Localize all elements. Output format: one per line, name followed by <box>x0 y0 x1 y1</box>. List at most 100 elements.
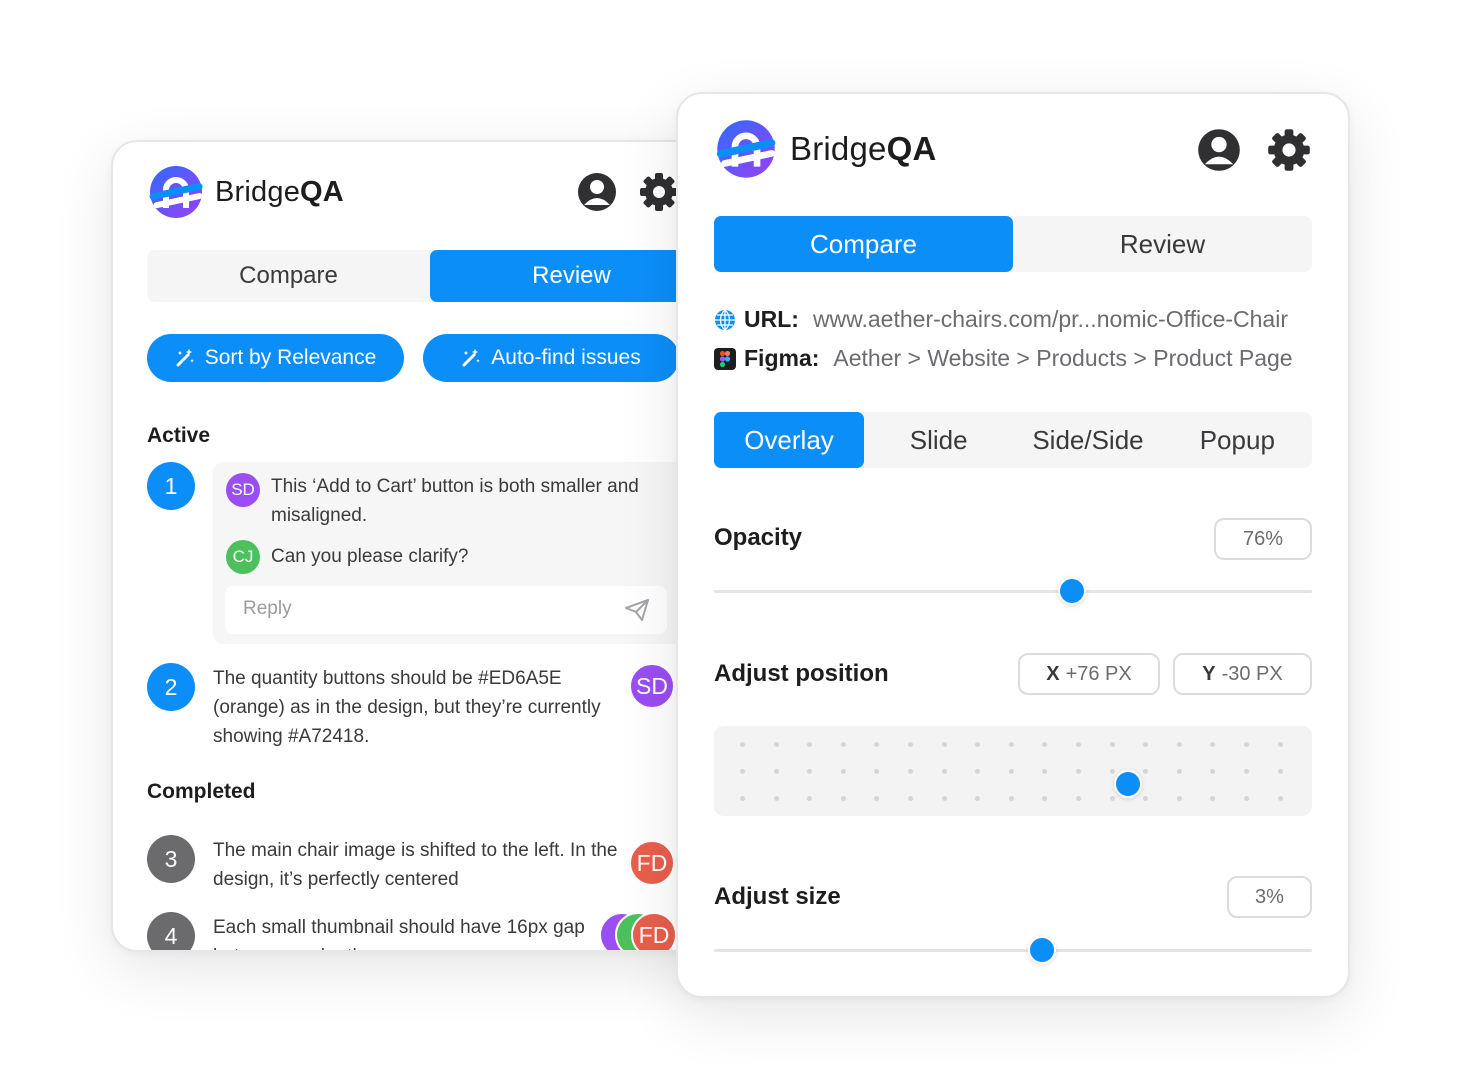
grid-dot <box>1176 769 1182 774</box>
size-slider-track[interactable] <box>714 949 1312 952</box>
grid-dot <box>840 796 846 801</box>
opacity-value[interactable]: 76% <box>1214 518 1312 560</box>
auto-find-issues-button[interactable]: Auto-find issues <box>423 334 679 382</box>
grid-dot <box>1143 769 1149 774</box>
size-value[interactable]: 3% <box>1227 876 1312 918</box>
figma-label: Figma: <box>744 345 820 371</box>
view-tabs: Compare Review <box>714 216 1312 272</box>
grid-dot <box>807 742 813 747</box>
grid-dot <box>1109 769 1115 774</box>
magic-wand-icon <box>462 349 481 367</box>
sort-by-relevance-button[interactable]: Sort by Relevance <box>147 334 404 382</box>
grid-dot <box>773 769 779 774</box>
bridgeqa-logo-icon <box>716 120 776 178</box>
tab-compare[interactable]: Compare <box>147 250 430 302</box>
figma-icon <box>714 347 736 370</box>
compare-mode-tabs: Overlay Slide Side/Side Popup <box>714 412 1312 468</box>
user-icon[interactable] <box>575 170 619 214</box>
avatar: CJ <box>226 540 260 574</box>
issue-text[interactable]: The quantity buttons should be #ED6A5E (… <box>213 664 623 751</box>
x-offset-input[interactable]: X +76 PX <box>1018 653 1160 695</box>
figma-row: Figma: Aether > Website > Products > Pro… <box>714 345 1293 372</box>
view-tabs: Compare Review <box>147 250 709 302</box>
gear-icon[interactable] <box>637 170 681 214</box>
grid-dot <box>975 796 981 801</box>
magic-wand-icon <box>176 349 194 367</box>
reply-input[interactable]: Reply <box>225 586 667 634</box>
grid-dot <box>773 796 779 801</box>
gear-icon[interactable] <box>1265 126 1313 174</box>
mode-slide[interactable]: Slide <box>864 412 1013 468</box>
grid-dot <box>1008 769 1014 774</box>
compare-panel: BridgeQA Compare Review URL: www.aether-… <box>676 92 1350 998</box>
avatar: FD <box>631 912 677 950</box>
grid-dot <box>1143 796 1149 801</box>
grid-dot <box>874 769 880 774</box>
adjust-size-label: Adjust size <box>714 883 841 910</box>
issue-number[interactable]: 1 <box>147 462 195 510</box>
mode-overlay[interactable]: Overlay <box>714 412 864 468</box>
brand-name: BridgeQA <box>215 175 344 208</box>
grid-dot <box>941 796 947 801</box>
tab-review[interactable]: Review <box>430 250 709 302</box>
user-icon[interactable] <box>1195 126 1243 174</box>
grid-dot <box>975 769 981 774</box>
brand-logo: BridgeQA <box>147 164 344 220</box>
grid-dot <box>908 769 913 774</box>
globe-icon <box>715 309 735 330</box>
grid-dot <box>1042 796 1048 801</box>
opacity-slider-handle[interactable] <box>1058 577 1086 605</box>
grid-dot <box>1244 742 1249 747</box>
auto-find-label: Auto-find issues <box>491 346 641 369</box>
size-slider-handle[interactable] <box>1028 936 1056 964</box>
y-axis-label: Y <box>1202 662 1216 685</box>
grid-dot <box>1277 796 1283 801</box>
grid-dot <box>1210 742 1216 747</box>
y-offset-input[interactable]: Y -30 PX <box>1173 653 1312 695</box>
url-label: URL: <box>744 306 799 332</box>
grid-dot <box>1008 796 1014 801</box>
figma-path[interactable]: Aether > Website > Products > Product Pa… <box>833 345 1292 372</box>
issue-text[interactable]: Each small thumbnail should have 16px ga… <box>213 913 593 950</box>
x-offset-value: +76 PX <box>1065 662 1132 685</box>
opacity-slider-track[interactable] <box>714 590 1312 593</box>
issue-number[interactable]: 2 <box>147 663 195 711</box>
review-panel: BridgeQA Compare Review Sort by Relevanc… <box>111 140 711 952</box>
grid-dot <box>1244 796 1249 801</box>
grid-dot <box>1277 742 1283 747</box>
grid-dot <box>1210 796 1216 801</box>
grid-dot <box>807 769 813 774</box>
sort-label: Sort by Relevance <box>204 346 377 369</box>
url-value[interactable]: www.aether-chairs.com/pr...nomic-Office-… <box>813 306 1288 333</box>
grid-dot <box>1277 769 1283 774</box>
tab-review[interactable]: Review <box>1013 216 1312 272</box>
grid-dot <box>1143 742 1149 747</box>
grid-dot <box>740 796 745 801</box>
grid-dot <box>740 769 745 774</box>
tab-compare[interactable]: Compare <box>714 216 1013 272</box>
grid-dot <box>1076 742 1081 747</box>
grid-dot <box>1042 769 1048 774</box>
position-pad[interactable] <box>714 726 1312 816</box>
issue-number[interactable]: 4 <box>147 912 195 950</box>
brand-logo: BridgeQA <box>714 118 937 180</box>
grid-dot <box>773 742 779 747</box>
mode-popup[interactable]: Popup <box>1163 412 1312 468</box>
send-icon[interactable] <box>625 599 649 621</box>
grid-dot <box>1244 769 1249 774</box>
grid-dot <box>1076 769 1081 774</box>
grid-dot <box>908 742 913 747</box>
issue-text[interactable]: The main chair image is shifted to the l… <box>213 836 623 894</box>
comment-thread: SD This ‘Add to Cart’ button is both sma… <box>213 462 703 644</box>
comment-text: This ‘Add to Cart’ button is both smalle… <box>271 476 639 526</box>
grid-dot <box>840 742 846 747</box>
comment-text: Can you please clarify? <box>271 546 469 567</box>
grid-dot <box>840 769 846 774</box>
grid-dot <box>1176 796 1182 801</box>
position-handle[interactable] <box>1114 770 1142 798</box>
grid-dot <box>941 769 947 774</box>
issue-number[interactable]: 3 <box>147 835 195 883</box>
mode-side-by-side[interactable]: Side/Side <box>1013 412 1162 468</box>
grid-dot <box>1176 742 1182 747</box>
grid-dot <box>908 796 913 801</box>
